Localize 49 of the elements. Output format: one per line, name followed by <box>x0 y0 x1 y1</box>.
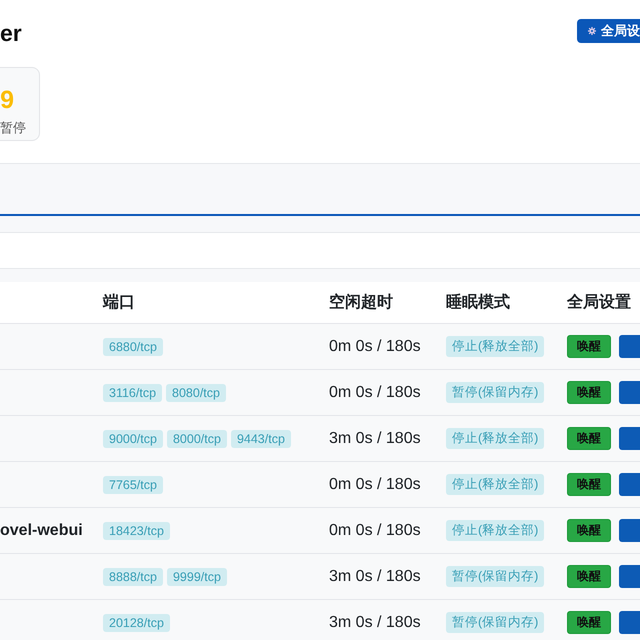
page-title: er <box>0 19 22 47</box>
wake-button[interactable]: 唤醒 <box>567 381 611 404</box>
action-button[interactable] <box>619 335 640 358</box>
column-header: 空闲超时 <box>329 292 394 313</box>
settings-icon <box>588 25 596 37</box>
idle-timeout: 0m 0s / 180s <box>329 338 422 356</box>
sleep-mode-tag: 停止(释放全部) <box>446 474 544 495</box>
idle-timeout: 3m 0s / 180s <box>329 568 422 586</box>
global-settings-button[interactable]: 全局设 <box>577 19 640 43</box>
sleep-mode-tag: 暂停(保留内存) <box>446 382 544 403</box>
column-header: 睡眠模式 <box>446 292 511 313</box>
sleep-mode-tag: 停止(释放全部) <box>446 428 544 449</box>
action-button[interactable] <box>619 519 640 542</box>
column-header: 端口 <box>103 292 136 313</box>
port-tag: 9000/tcp <box>103 430 163 448</box>
port-tag: 9999/tcp <box>166 568 227 586</box>
sleep-mode-tag: 停止(释放全部) <box>446 336 544 357</box>
action-button[interactable] <box>619 473 640 496</box>
port-tag: 6880/tcp <box>103 338 163 356</box>
idle-timeout: 0m 0s / 180s <box>329 522 422 540</box>
action-button[interactable] <box>619 611 640 634</box>
wake-button[interactable]: 唤醒 <box>567 519 611 542</box>
port-tag: 8080/tcp <box>166 384 226 402</box>
wake-button[interactable]: 唤醒 <box>567 427 611 450</box>
service-name: ovel-webui <box>0 522 83 538</box>
port-tag: 18423/tcp <box>103 522 170 540</box>
wake-button[interactable]: 唤醒 <box>567 473 611 496</box>
action-button[interactable] <box>619 381 640 404</box>
port-tag: 7765/tcp <box>103 476 163 494</box>
idle-timeout: 3m 0s / 180s <box>329 430 422 448</box>
wake-button[interactable]: 唤醒 <box>567 565 611 588</box>
port-tag: 3116/tcp <box>103 384 162 402</box>
idle-timeout: 3m 0s / 180s <box>329 614 422 632</box>
idle-timeout: 0m 0s / 180s <box>329 476 422 494</box>
column-header: 全局设置 <box>567 292 632 313</box>
stat-value: 9 <box>0 85 15 115</box>
port-tag: 8000/tcp <box>166 430 227 448</box>
port-tag: 20128/tcp <box>103 614 170 632</box>
sleep-mode-tag: 暂停(保留内存) <box>446 612 544 633</box>
stat-label: 暂停 <box>0 119 27 137</box>
idle-timeout: 0m 0s / 180s <box>329 384 422 402</box>
action-button[interactable] <box>619 565 640 588</box>
port-tag: 9443/tcp <box>230 430 291 448</box>
wake-button[interactable]: 唤醒 <box>567 335 611 358</box>
wake-button[interactable]: 唤醒 <box>567 611 611 634</box>
sleep-mode-tag: 停止(释放全部) <box>446 520 544 541</box>
port-tag: 8888/tcp <box>103 568 163 586</box>
sleep-mode-tag: 暂停(保留内存) <box>446 566 544 587</box>
action-button[interactable] <box>619 427 640 450</box>
